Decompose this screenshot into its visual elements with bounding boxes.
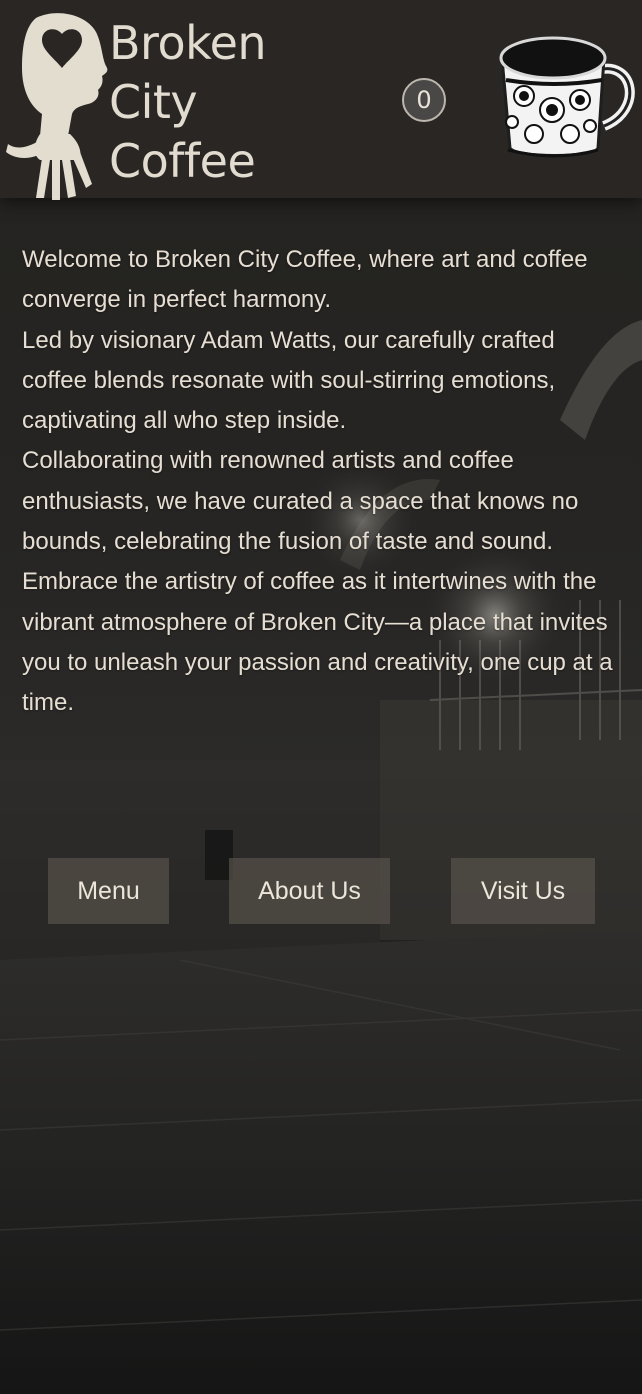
brand-name[interactable]: Broken City Coffee bbox=[109, 14, 267, 191]
brand-line-1: Broken bbox=[109, 16, 267, 70]
cart-count-badge[interactable]: 0 bbox=[402, 78, 446, 122]
hand-heart-logo-icon[interactable] bbox=[6, 10, 110, 200]
intro-paragraph-4: Embrace the artistry of coffee as it int… bbox=[22, 568, 613, 717]
intro-paragraph-2: Led by visionary Adam Watts, our careful… bbox=[22, 326, 556, 435]
about-us-button[interactable]: About Us bbox=[229, 858, 390, 924]
brand-line-3: Coffee bbox=[109, 134, 256, 188]
site-header: Broken City Coffee 0 bbox=[0, 0, 642, 200]
coffee-mug-icon[interactable] bbox=[494, 30, 640, 164]
intro-paragraph-1: Welcome to Broken City Coffee, where art… bbox=[22, 246, 588, 314]
brand-line-2: City bbox=[109, 75, 198, 129]
intro-paragraph-3: Collaborating with renowned artists and … bbox=[22, 447, 579, 556]
intro-text: Welcome to Broken City Coffee, where art… bbox=[22, 240, 622, 724]
visit-us-button[interactable]: Visit Us bbox=[451, 858, 595, 924]
menu-button[interactable]: Menu bbox=[48, 858, 169, 924]
